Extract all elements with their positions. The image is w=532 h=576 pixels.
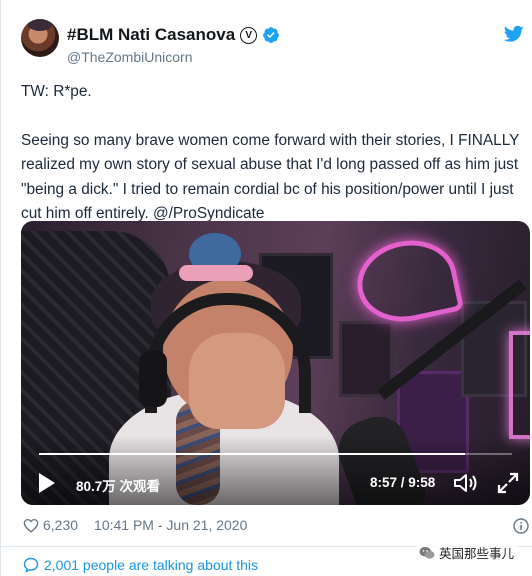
scrunchie — [179, 265, 253, 281]
avatar[interactable] — [21, 19, 59, 57]
watermark: 英国那些事儿 — [415, 541, 519, 564]
video-player[interactable]: 80.7万 次观看 8:57 / 9:58 — [21, 221, 530, 505]
twitter-bird-icon[interactable] — [504, 25, 524, 43]
view-count: 80.7万 次观看 — [76, 479, 161, 494]
play-icon[interactable] — [39, 473, 55, 493]
tweet-meta: 6,230 10:41 PM - Jun 21, 2020 — [23, 517, 247, 533]
neon-sign — [349, 231, 465, 331]
fullscreen-icon[interactable] — [497, 472, 519, 494]
like-count[interactable]: 6,230 — [43, 517, 78, 533]
neon-sign — [509, 331, 530, 439]
verified-badge-icon — [263, 27, 280, 43]
video-progress-bar[interactable] — [39, 453, 512, 455]
headphone-earcup — [139, 351, 167, 407]
watermark-text: 英国那些事儿 — [439, 547, 515, 561]
v-badge-icon: V — [240, 26, 258, 44]
volume-icon[interactable] — [453, 472, 479, 494]
wechat-logo-icon — [419, 546, 435, 559]
heart-icon[interactable] — [23, 518, 39, 533]
video-progress-fill — [39, 453, 465, 455]
tweet-body: Seeing so many brave women come forward … — [21, 131, 520, 223]
talking-count-text[interactable]: 2,001 people are talking about this — [44, 557, 258, 573]
comment-icon — [23, 557, 39, 573]
display-name[interactable]: #BLM Nati Casanova — [67, 25, 235, 45]
tweet-warning-line: TW: R*pe. — [21, 83, 92, 100]
user-handle[interactable]: @TheZombiUnicorn — [67, 49, 192, 65]
user-name-row[interactable]: #BLM Nati Casanova V — [67, 25, 280, 45]
hands-covering-face — [189, 333, 285, 429]
video-time: 8:57 / 9:58 — [370, 475, 436, 490]
talking-link[interactable]: 2,001 people are talking about this — [23, 557, 258, 573]
info-icon[interactable] — [513, 518, 529, 534]
tweet-text: TW: R*pe. Seeing so many brave women com… — [21, 80, 521, 227]
tweet-card: #BLM Nati Casanova V @TheZombiUnicorn TW… — [0, 0, 532, 576]
tweet-timestamp[interactable]: 10:41 PM - Jun 21, 2020 — [94, 517, 247, 533]
